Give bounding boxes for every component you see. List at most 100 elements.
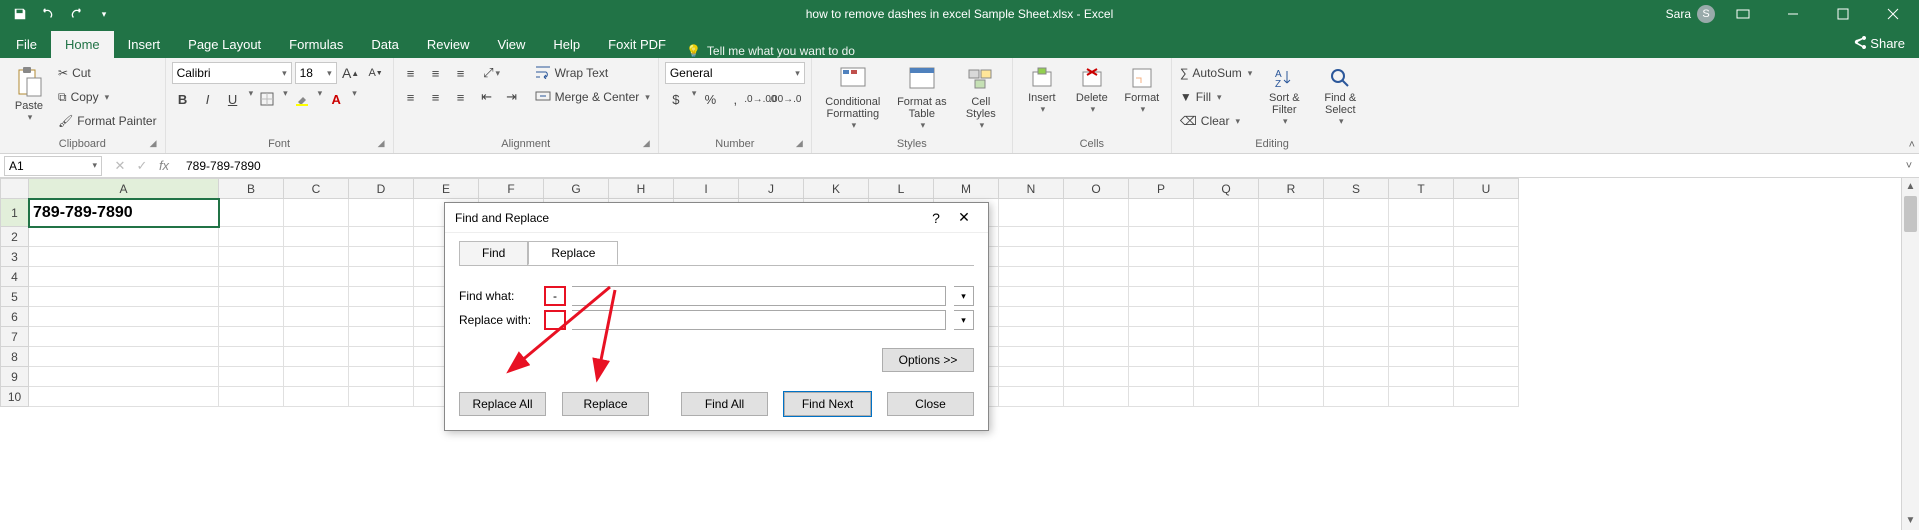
scroll-thumb[interactable]: [1904, 196, 1917, 232]
cell-O1[interactable]: [1064, 199, 1129, 227]
cell-T4[interactable]: [1389, 267, 1454, 287]
cell-D10[interactable]: [349, 387, 414, 407]
user-avatar[interactable]: S: [1697, 5, 1715, 23]
autosum-button[interactable]: ∑AutoSum▾: [1178, 62, 1254, 84]
maximize-icon[interactable]: [1821, 0, 1865, 28]
tab-view[interactable]: View: [483, 31, 539, 58]
cell-D3[interactable]: [349, 247, 414, 267]
cell-C6[interactable]: [284, 307, 349, 327]
cell-Q9[interactable]: [1194, 367, 1259, 387]
cell-A8[interactable]: [29, 347, 219, 367]
cell-A2[interactable]: [29, 227, 219, 247]
ribbon-display-options-icon[interactable]: [1721, 0, 1765, 28]
cell-S9[interactable]: [1324, 367, 1389, 387]
format-cells-button[interactable]: Format▾: [1119, 62, 1165, 115]
col-header-F[interactable]: F: [479, 179, 544, 199]
cell-D6[interactable]: [349, 307, 414, 327]
cell-S2[interactable]: [1324, 227, 1389, 247]
cell-U6[interactable]: [1454, 307, 1519, 327]
cell-C3[interactable]: [284, 247, 349, 267]
scroll-up-icon[interactable]: ▲: [1902, 178, 1919, 196]
cell-D9[interactable]: [349, 367, 414, 387]
cell-O5[interactable]: [1064, 287, 1129, 307]
col-header-K[interactable]: K: [804, 179, 869, 199]
col-header-D[interactable]: D: [349, 179, 414, 199]
font-name-combo[interactable]: Calibri▾: [172, 62, 292, 84]
cell-Q8[interactable]: [1194, 347, 1259, 367]
row-header-1[interactable]: 1: [1, 199, 29, 227]
fill-color-dd[interactable]: ▾: [318, 88, 323, 110]
cell-R3[interactable]: [1259, 247, 1324, 267]
cell-A1[interactable]: 789-789-7890: [29, 199, 219, 227]
cell-Q7[interactable]: [1194, 327, 1259, 347]
cell-D7[interactable]: [349, 327, 414, 347]
dialog-help-icon[interactable]: ?: [922, 210, 950, 226]
row-header-2[interactable]: 2: [1, 227, 29, 247]
tab-data[interactable]: Data: [357, 31, 412, 58]
cell-T7[interactable]: [1389, 327, 1454, 347]
col-header-H[interactable]: H: [609, 179, 674, 199]
cell-U5[interactable]: [1454, 287, 1519, 307]
cell-A4[interactable]: [29, 267, 219, 287]
percent-format-icon[interactable]: %: [699, 88, 721, 110]
cell-C10[interactable]: [284, 387, 349, 407]
cell-T5[interactable]: [1389, 287, 1454, 307]
tab-review[interactable]: Review: [413, 31, 484, 58]
col-header-I[interactable]: I: [674, 179, 739, 199]
tell-me-search[interactable]: 💡 Tell me what you want to do: [686, 44, 855, 58]
cell-C2[interactable]: [284, 227, 349, 247]
conditional-formatting-button[interactable]: Conditional Formatting▾: [818, 62, 888, 131]
merge-center-button[interactable]: Merge & Center▾: [533, 86, 652, 108]
decrease-indent-icon[interactable]: ⇤: [476, 86, 498, 108]
fill-button[interactable]: ▼Fill▾: [1178, 86, 1254, 108]
cell-R6[interactable]: [1259, 307, 1324, 327]
align-top-icon[interactable]: ≡: [400, 62, 422, 84]
cell-A9[interactable]: [29, 367, 219, 387]
tab-formulas[interactable]: Formulas: [275, 31, 357, 58]
cell-B4[interactable]: [219, 267, 284, 287]
col-header-S[interactable]: S: [1324, 179, 1389, 199]
col-header-L[interactable]: L: [869, 179, 934, 199]
cell-P3[interactable]: [1129, 247, 1194, 267]
cell-R5[interactable]: [1259, 287, 1324, 307]
cell-R9[interactable]: [1259, 367, 1324, 387]
cell-N2[interactable]: [999, 227, 1064, 247]
tab-help[interactable]: Help: [539, 31, 594, 58]
col-header-E[interactable]: E: [414, 179, 479, 199]
redo-icon[interactable]: [64, 2, 88, 26]
cell-T8[interactable]: [1389, 347, 1454, 367]
expand-formula-bar-icon[interactable]: ˅: [1899, 160, 1919, 172]
cell-C4[interactable]: [284, 267, 349, 287]
cell-U10[interactable]: [1454, 387, 1519, 407]
cell-P4[interactable]: [1129, 267, 1194, 287]
row-header-7[interactable]: 7: [1, 327, 29, 347]
align-bottom-icon[interactable]: ≡: [450, 62, 472, 84]
cell-R2[interactable]: [1259, 227, 1324, 247]
cancel-formula-icon[interactable]: ✕: [110, 158, 130, 174]
cell-C9[interactable]: [284, 367, 349, 387]
cell-T1[interactable]: [1389, 199, 1454, 227]
cell-B2[interactable]: [219, 227, 284, 247]
borders-button[interactable]: [256, 88, 278, 110]
replace-with-input-rest[interactable]: [572, 310, 946, 330]
cell-P1[interactable]: [1129, 199, 1194, 227]
cell-O4[interactable]: [1064, 267, 1129, 287]
close-icon[interactable]: [1871, 0, 1915, 28]
cell-N1[interactable]: [999, 199, 1064, 227]
cell-R1[interactable]: [1259, 199, 1324, 227]
row-header-6[interactable]: 6: [1, 307, 29, 327]
number-launcher-icon[interactable]: ◢: [796, 138, 803, 149]
find-what-input[interactable]: [545, 287, 565, 305]
cell-D8[interactable]: [349, 347, 414, 367]
decrease-decimal-icon[interactable]: .00→.0: [774, 88, 796, 110]
format-painter-button[interactable]: 🖌Format Painter: [56, 110, 159, 132]
cell-C8[interactable]: [284, 347, 349, 367]
cell-A10[interactable]: [29, 387, 219, 407]
cell-B1[interactable]: [219, 199, 284, 227]
tab-find-dialog[interactable]: Find: [459, 241, 528, 265]
cell-T9[interactable]: [1389, 367, 1454, 387]
cell-U7[interactable]: [1454, 327, 1519, 347]
cell-N10[interactable]: [999, 387, 1064, 407]
align-center-icon[interactable]: ≡: [425, 86, 447, 108]
align-middle-icon[interactable]: ≡: [425, 62, 447, 84]
